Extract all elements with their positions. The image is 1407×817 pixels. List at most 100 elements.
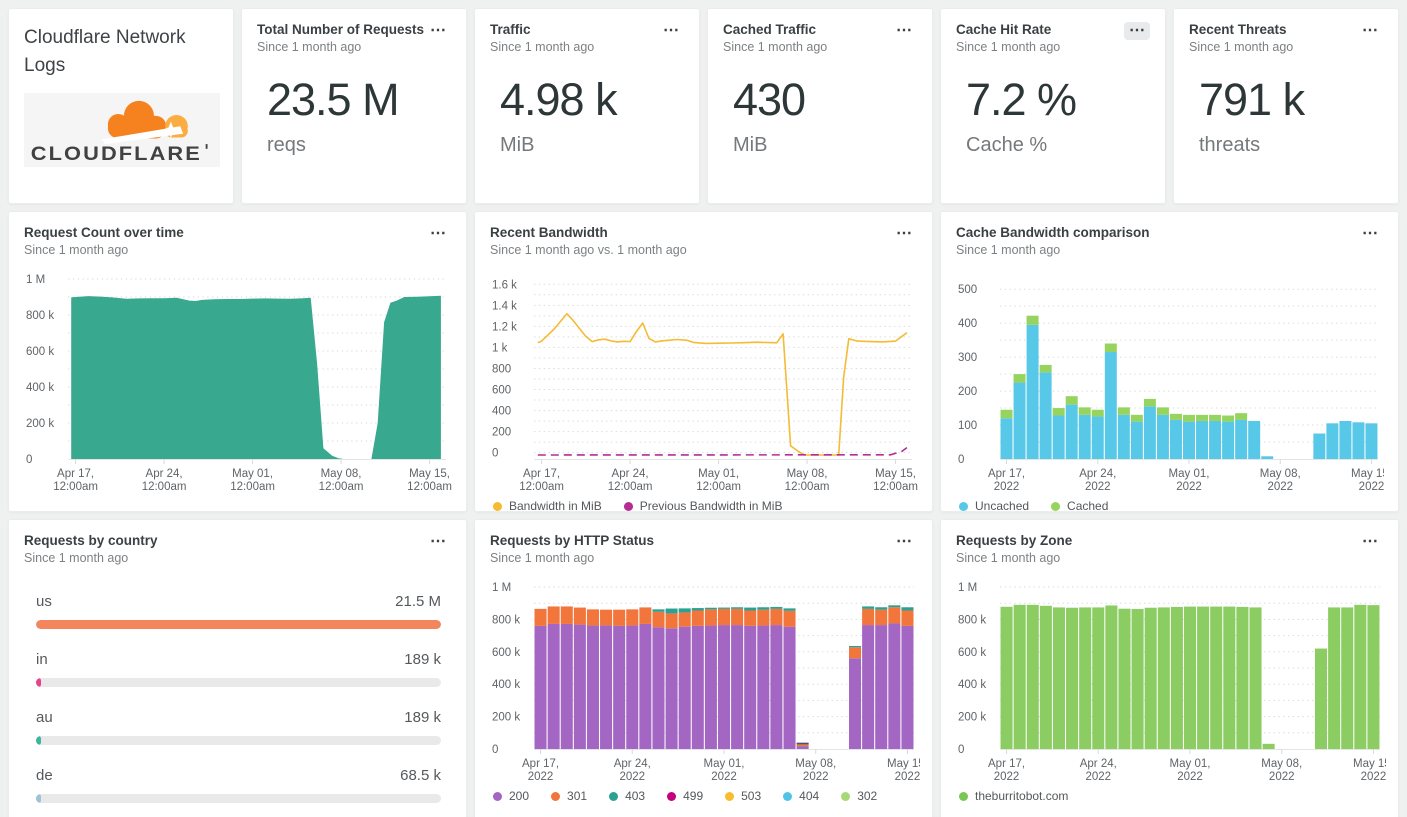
legend-item: Uncached bbox=[959, 499, 1029, 511]
svg-text:May 15,: May 15, bbox=[1351, 468, 1384, 480]
kpi-body: 4.98 k MiB bbox=[490, 74, 684, 157]
svg-text:200: 200 bbox=[958, 386, 977, 398]
svg-text:2022: 2022 bbox=[711, 771, 737, 783]
kpi-value: 4.98 k bbox=[500, 74, 618, 125]
svg-text:May 15,: May 15, bbox=[875, 468, 916, 480]
legend-dot-icon bbox=[623, 501, 633, 511]
kpi-unit: threats bbox=[1199, 134, 1261, 156]
panel-menu-button[interactable]: ⋯ bbox=[891, 225, 917, 243]
panel-subtitle: Since 1 month ago bbox=[723, 40, 828, 54]
http_status-legend: 200301403499503404302530526524 bbox=[490, 789, 917, 817]
svg-text:Apr 17,: Apr 17, bbox=[523, 468, 560, 480]
svg-text:2022: 2022 bbox=[803, 771, 829, 783]
svg-text:200: 200 bbox=[492, 427, 511, 439]
svg-text:500: 500 bbox=[958, 284, 977, 296]
legend-dot-icon bbox=[783, 791, 793, 801]
legend-dot-icon bbox=[959, 791, 968, 801]
svg-text:800 k: 800 k bbox=[492, 614, 520, 626]
legend-item: 301 bbox=[551, 789, 587, 803]
legend-dot-icon bbox=[551, 791, 561, 801]
svg-text:May 15,: May 15, bbox=[409, 468, 450, 480]
legend-dot-icon bbox=[725, 791, 735, 801]
country-label: de bbox=[36, 767, 53, 784]
charts-row-1: Request Count over time Since 1 month ag… bbox=[8, 211, 1399, 512]
legend-item: 403 bbox=[609, 789, 645, 803]
panel-title: Request Count over time bbox=[24, 225, 184, 240]
panel-requests-by-zone: Requests by Zone Since 1 month ago ⋯ 0 20… bbox=[940, 519, 1399, 817]
panel-menu-button[interactable]: ⋯ bbox=[1357, 22, 1383, 40]
svg-text:2022: 2022 bbox=[994, 481, 1020, 493]
panel-title: Recent Bandwidth bbox=[490, 225, 608, 240]
zone-svg: 0200 k400 k600 k800 k1 MApr 17,2022Apr 2… bbox=[958, 582, 1386, 783]
country-label: us bbox=[36, 593, 52, 610]
cache-bandwidth-chart: 0 100 200 300 400 500 Apr 17, 2022 Apr 24, 2022 Ma… bbox=[956, 271, 1384, 511]
panel-menu-button[interactable]: ⋯ bbox=[891, 533, 917, 551]
svg-text:May 08,: May 08, bbox=[321, 468, 362, 480]
svg-text:600: 600 bbox=[492, 385, 511, 397]
svg-text:Apr 24,: Apr 24, bbox=[146, 468, 183, 480]
svg-text:12:00am: 12:00am bbox=[230, 481, 275, 493]
svg-text:May 15,: May 15, bbox=[1353, 758, 1386, 770]
svg-text:300: 300 bbox=[958, 352, 977, 364]
svg-text:May 01,: May 01, bbox=[232, 468, 273, 480]
cache_bandwidth-legend: Uncached Cached bbox=[956, 499, 1383, 511]
panel-subtitle: Since 1 month ago bbox=[956, 40, 1061, 54]
charts-row-2: Requests by country Since 1 month ago ⋯ … bbox=[8, 519, 1399, 817]
panel-subtitle: Since 1 month ago bbox=[956, 243, 1061, 257]
svg-text:400 k: 400 k bbox=[492, 679, 520, 691]
panel-menu-button[interactable]: ⋯ bbox=[1357, 533, 1383, 551]
svg-text:Apr 24,: Apr 24, bbox=[614, 758, 651, 770]
svg-text:2022: 2022 bbox=[528, 771, 554, 783]
panel-title: Requests by country bbox=[24, 533, 158, 548]
svg-text:Apr 17,: Apr 17, bbox=[988, 758, 1025, 770]
panel-menu-button[interactable]: ⋯ bbox=[1357, 225, 1383, 243]
country-bar-track bbox=[36, 620, 441, 629]
kpi-unit: Cache % bbox=[966, 134, 1048, 156]
panel-menu-button[interactable]: ⋯ bbox=[425, 225, 451, 243]
panel-cached-traffic: Cached Traffic Since 1 month ago ⋯ 430 M… bbox=[707, 8, 933, 204]
panel-menu-button[interactable]: ⋯ bbox=[425, 533, 451, 551]
svg-text:May 01,: May 01, bbox=[698, 468, 739, 480]
svg-text:800 k: 800 k bbox=[26, 310, 54, 322]
kpi-body: 430 MiB bbox=[723, 74, 917, 157]
http_status-svg: 0200 k400 k600 k800 k1 MApr 17,2022Apr 2… bbox=[492, 582, 920, 783]
legend-item: Cached bbox=[1051, 499, 1108, 511]
kpi-body: 791 k threats bbox=[1189, 74, 1383, 157]
legend-dot-icon bbox=[1051, 501, 1061, 511]
svg-text:0: 0 bbox=[958, 454, 964, 466]
panel-menu-button[interactable]: ⋯ bbox=[425, 22, 451, 40]
svg-text:12:00am: 12:00am bbox=[785, 481, 830, 493]
svg-text:200 k: 200 k bbox=[26, 418, 54, 430]
svg-text:Apr 17,: Apr 17, bbox=[522, 758, 559, 770]
country-bar-track bbox=[36, 794, 441, 803]
svg-text:12:00am: 12:00am bbox=[519, 481, 564, 493]
kpi-unit: MiB bbox=[733, 134, 768, 156]
dashboard: Cloudflare Network Logs CLOUDFLARE Total… bbox=[0, 0, 1407, 817]
country-value: 189 k bbox=[404, 709, 441, 726]
zone-legend: theburritobot.com bbox=[956, 789, 1383, 803]
svg-text:Apr 24,: Apr 24, bbox=[1080, 758, 1117, 770]
legend-item: Bandwidth in MiB bbox=[493, 499, 602, 511]
panel-subtitle: Since 1 month ago bbox=[1189, 40, 1294, 54]
panel-menu-button[interactable]: ⋯ bbox=[891, 22, 917, 40]
panel-menu-button[interactable]: ⋯ bbox=[1124, 22, 1150, 40]
svg-text:0: 0 bbox=[492, 744, 498, 756]
svg-text:400: 400 bbox=[958, 318, 977, 330]
panel-subtitle: Since 1 month ago vs. 1 month ago bbox=[490, 243, 687, 257]
legend-item: 200 bbox=[493, 789, 529, 803]
panel-traffic: Traffic Since 1 month ago ⋯ 4.98 k MiB bbox=[474, 8, 700, 204]
panel-subtitle: Since 1 month ago bbox=[24, 243, 129, 257]
panel-menu-button[interactable]: ⋯ bbox=[658, 22, 684, 40]
svg-text:May 15,: May 15, bbox=[887, 758, 920, 770]
panel-subtitle: Since 1 month ago bbox=[490, 40, 595, 54]
legend-dot-icon bbox=[841, 791, 851, 801]
legend-dot-icon bbox=[959, 501, 968, 511]
svg-text:12:00am: 12:00am bbox=[142, 481, 187, 493]
svg-text:2022: 2022 bbox=[1267, 481, 1293, 493]
panel-recent-bandwidth: Recent Bandwidth Since 1 month ago vs. 1… bbox=[474, 211, 933, 512]
svg-text:2022: 2022 bbox=[1085, 771, 1111, 783]
svg-text:12:00am: 12:00am bbox=[319, 481, 364, 493]
requests-by-country-chart: us 21.5 M in 189 k au 189 k de 68.5 k bbox=[24, 593, 451, 803]
panel-cache-hit-rate: Cache Hit Rate Since 1 month ago ⋯ 7.2 %… bbox=[940, 8, 1166, 204]
svg-text:May 01,: May 01, bbox=[704, 758, 745, 770]
